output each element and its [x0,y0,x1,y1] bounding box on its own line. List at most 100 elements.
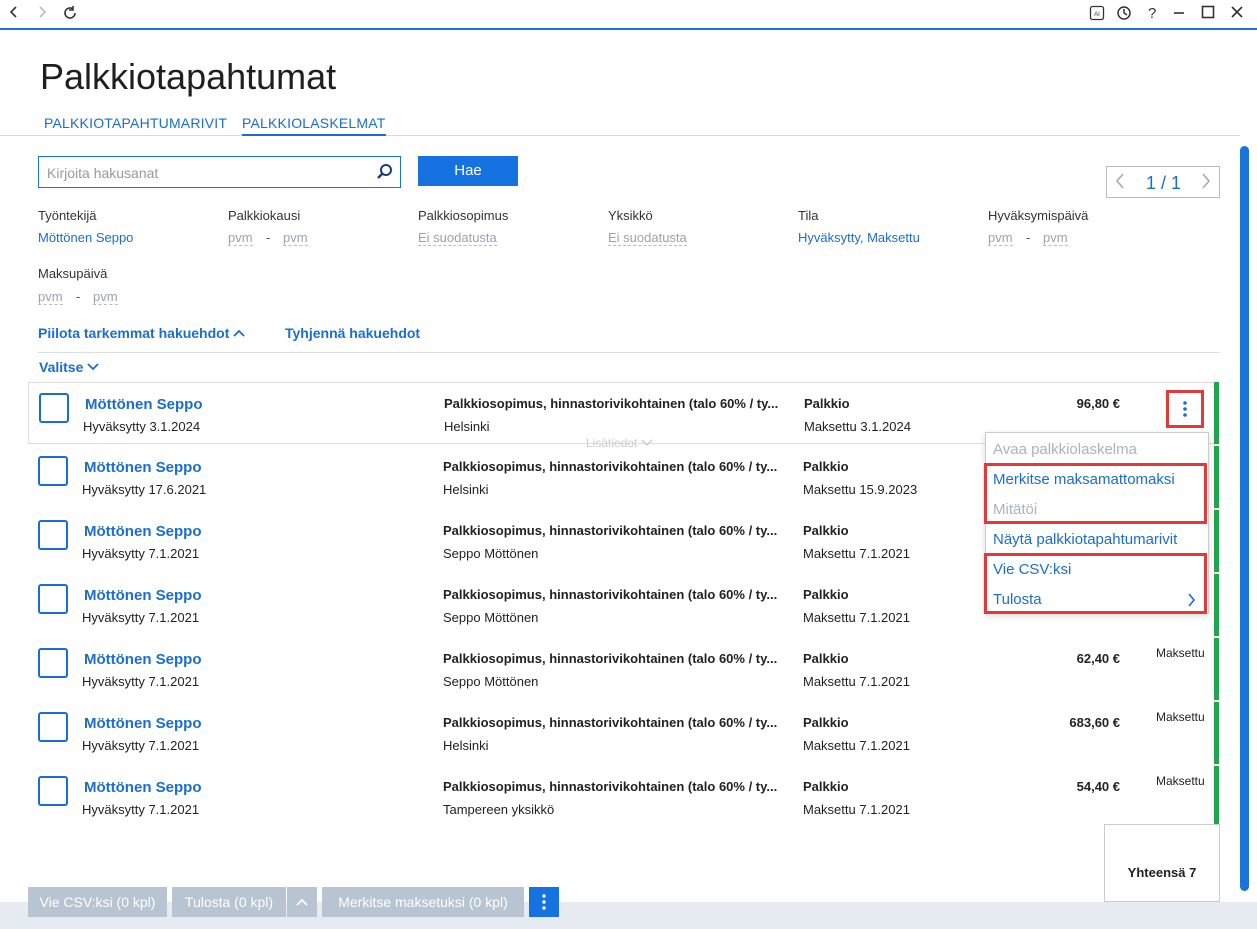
help-icon[interactable]: ? [1148,5,1156,22]
export-csv-button[interactable]: Vie CSV:ksi (0 kpl) [28,887,167,917]
back-icon[interactable] [8,5,20,24]
clear-filters-link[interactable]: Tyhjennä hakuehdot [285,325,420,341]
tab-palkkiotapahtumarivit[interactable]: PALKKIOTAPAHTUMARIVIT [44,115,227,131]
mark-paid-button[interactable]: Merkitse maksetuksi (0 kpl) [322,887,524,917]
row-approved: Hyväksytty 3.1.2024 [83,419,201,434]
row-approved: Hyväksytty 17.6.2021 [82,482,207,497]
forward-icon[interactable] [36,5,48,24]
menu-item-show-rows[interactable]: Näytä palkkiotapahtumarivit [993,531,1177,548]
filter-payment-date-to[interactable]: pvm [93,289,118,305]
table-row[interactable]: Möttönen Seppo Hyväksytty 7.1.2021 Palkk… [28,638,1214,700]
highlight-box [984,463,1207,524]
tab-bar: PALKKIOTAPAHTUMARIVIT PALKKIOLASKELMAT [0,110,1240,136]
row-amount: 62,40 € [1076,651,1120,666]
search-input[interactable]: Kirjoita hakusanat [38,156,401,188]
select-dropdown[interactable]: Valitse [39,359,99,375]
svg-text:AI: AI [1094,12,1100,18]
row-checkbox[interactable] [38,776,68,806]
row-paid: Maksettu 15.9.2023 [803,482,918,497]
row-checkbox[interactable] [38,712,68,742]
filter-approval-date-to[interactable]: pvm [1043,230,1068,246]
row-checkbox[interactable] [39,393,69,423]
filter-employee-value[interactable]: Möttönen Seppo [38,230,133,245]
table-row[interactable]: Möttönen Seppo Hyväksytty 7.1.2021 Palkk… [28,766,1214,828]
pager: 1 / 1 [1106,166,1220,198]
row-type: Palkkio [803,715,849,730]
row-type: Palkkio [803,587,849,602]
filter-employee-label: Työntekijä [38,208,97,223]
row-unit: Seppo Möttönen [443,546,539,561]
row-name[interactable]: Möttönen Seppo [84,523,201,540]
filter-period-to[interactable]: pvm [283,230,308,246]
scrollbar[interactable] [1240,146,1249,891]
row-unit: Seppo Möttönen [443,610,539,625]
filter-approval-date-label: Hyväksymispäivä [988,208,1089,223]
search-icon[interactable] [376,163,394,181]
search-button[interactable]: Hae [418,156,518,186]
filter-payment-date-from[interactable]: pvm [38,289,63,305]
next-page-icon[interactable] [1201,172,1211,195]
row-approved: Hyväksytty 7.1.2021 [82,738,200,753]
menu-item-open[interactable]: Avaa palkkiolaskelma [993,441,1137,458]
filter-unit-label: Yksikkö [608,208,653,223]
filter-approval-date-dash: - [1026,230,1031,245]
row-unit: Helsinki [443,738,489,753]
filter-status-label: Tila [798,208,819,223]
row-approved: Hyväksytty 7.1.2021 [82,610,200,625]
status-bar [1214,446,1219,508]
filter-status-value[interactable]: Hyväksytty, Maksettu [798,230,920,245]
row-checkbox[interactable] [38,456,68,486]
row-agreement: Palkkiosopimus, hinnastorivikohtainen (t… [443,651,778,666]
row-agreement: Palkkiosopimus, hinnastorivikohtainen (t… [444,396,779,411]
prev-page-icon[interactable] [1115,172,1125,195]
row-type: Palkkio [804,396,850,411]
print-button[interactable]: Tulosta (0 kpl) [172,887,286,917]
status-bar [1214,510,1219,572]
history-icon[interactable] [1116,5,1132,25]
maximize-icon[interactable] [1201,5,1215,23]
tab-palkkiolaskelmat[interactable]: PALKKIOLASKELMAT [242,115,386,136]
row-checkbox[interactable] [38,584,68,614]
row-name[interactable]: Möttönen Seppo [85,396,202,413]
row-type: Palkkio [803,523,849,538]
filter-agreement-value[interactable]: Ei suodatusta [418,230,497,246]
kebab-icon [542,894,546,910]
row-amount: 96,80 € [1076,396,1120,411]
refresh-icon[interactable] [62,5,78,26]
total-count: Yhteensä 7 [1104,824,1220,902]
more-actions-button[interactable] [529,887,559,917]
row-name[interactable]: Möttönen Seppo [84,587,201,604]
ai-icon[interactable]: AI [1089,5,1105,25]
row-agreement: Palkkiosopimus, hinnastorivikohtainen (t… [443,779,778,794]
status-bar [1214,638,1219,700]
row-name[interactable]: Möttönen Seppo [84,715,201,732]
status-bar [1214,382,1219,444]
row-name[interactable]: Möttönen Seppo [84,651,201,668]
row-name[interactable]: Möttönen Seppo [84,459,201,476]
title-bar: AI ? [0,0,1257,30]
filter-unit-value[interactable]: Ei suodatusta [608,230,687,246]
close-icon[interactable] [1230,5,1244,23]
filter-approval-date-from[interactable]: pvm [988,230,1013,246]
row-unit: Tampereen yksikkö [443,802,555,817]
filter-period-from[interactable]: pvm [228,230,253,246]
print-options-button[interactable] [287,887,317,917]
hide-filters-link[interactable]: Piilota tarkemmat hakuehdot [38,325,245,341]
divider [38,352,1220,353]
row-name[interactable]: Möttönen Seppo [84,779,201,796]
row-checkbox[interactable] [38,520,68,550]
row-paid: Maksettu 3.1.2024 [804,419,911,434]
select-label: Valitse [39,359,84,375]
minimize-icon[interactable] [1172,5,1186,23]
status-badge: Maksettu [1156,646,1205,660]
table-row[interactable]: Möttönen Seppo Hyväksytty 7.1.2021 Palkk… [28,702,1214,764]
row-actions-button[interactable] [1166,390,1204,428]
filter-payment-date-label: Maksupäivä [38,266,108,281]
row-approved: Hyväksytty 7.1.2021 [82,674,200,689]
status-bar [1214,702,1219,764]
row-agreement: Palkkiosopimus, hinnastorivikohtainen (t… [443,587,778,602]
row-checkbox[interactable] [38,648,68,678]
row-paid: Maksettu 7.1.2021 [803,610,910,625]
highlight-box [984,553,1207,614]
page-title: Palkkiotapahtumat [40,56,337,97]
